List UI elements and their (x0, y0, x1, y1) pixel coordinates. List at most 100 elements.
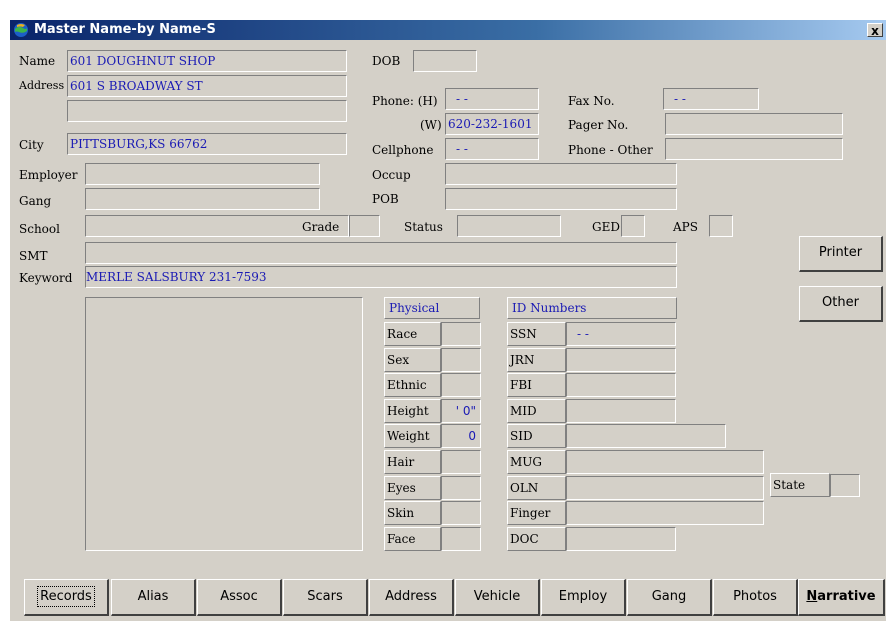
occup-field[interactable] (445, 163, 677, 185)
physical-hair-field[interactable] (441, 450, 481, 474)
status-field[interactable] (457, 215, 561, 237)
keyword-field[interactable]: MERLE SALSBURY 231-7593 (85, 266, 677, 288)
pob-field[interactable] (445, 188, 677, 210)
phone-other-field[interactable] (665, 138, 843, 160)
tab-vehicle-button[interactable]: Vehicle (455, 579, 540, 616)
name-field[interactable]: 601 DOUGHNUT SHOP (67, 50, 347, 72)
tab-assoc-button[interactable]: Assoc (197, 579, 282, 616)
tab-vehicle-label: Vehicle (473, 589, 521, 604)
id-mug-label: MUG (507, 450, 566, 474)
tab-photos-button[interactable]: Photos (713, 579, 798, 616)
physical-eyes-field[interactable] (441, 475, 481, 500)
physical-sex-field[interactable] (441, 347, 481, 372)
tab-records-button[interactable]: Records (24, 579, 109, 616)
tab-employ-button[interactable]: Employ (541, 579, 626, 616)
ged-field[interactable] (621, 215, 645, 237)
city-label: City (19, 138, 44, 152)
printer-button[interactable]: Printer (799, 236, 883, 272)
address-label: Address (19, 79, 65, 92)
status-label: Status (404, 220, 443, 234)
title-bar: Master Name-by Name-S x (10, 20, 886, 40)
smt-field[interactable] (85, 242, 677, 264)
other-button[interactable]: Other (799, 286, 883, 322)
id-oln-field[interactable] (566, 475, 764, 500)
phone-work-label: (W) (420, 118, 442, 132)
phone-work-field[interactable]: 620-232-1601 (445, 113, 539, 135)
tab-address-label: Address (385, 589, 437, 604)
id-fbi-field[interactable] (566, 373, 676, 398)
id-mid-field[interactable] (566, 398, 676, 423)
id-numbers-header: ID Numbers (507, 297, 677, 319)
keyword-label: Keyword (19, 271, 73, 285)
aps-label: APS (673, 220, 698, 234)
pager-field[interactable] (665, 113, 843, 135)
tab-photos-label: Photos (733, 589, 777, 604)
fax-label: Fax No. (568, 94, 615, 108)
smt-label: SMT (19, 249, 48, 263)
address-line2-field[interactable] (67, 100, 347, 122)
id-finger-field[interactable] (566, 501, 764, 526)
id-doc-label: DOC (507, 526, 566, 551)
physical-skin-label: Skin (384, 501, 441, 526)
dob-label: DOB (372, 54, 401, 68)
gang-field[interactable] (85, 188, 320, 210)
tab-scars-label: Scars (307, 589, 343, 604)
ged-label: GED (592, 220, 620, 234)
grade-label: Grade (302, 220, 340, 234)
physical-height-label: Height (384, 398, 441, 423)
id-fbi-label: FBI (507, 373, 566, 398)
grade-field[interactable] (349, 215, 380, 237)
physical-header: Physical (384, 297, 480, 319)
fax-field[interactable]: - - (663, 88, 759, 110)
id-sid-field[interactable] (566, 424, 726, 449)
dob-field[interactable] (413, 50, 477, 72)
id-jrn-label: JRN (507, 347, 566, 372)
city-field[interactable]: PITTSBURG,KS 66762 (67, 133, 347, 155)
occup-label: Occup (372, 168, 411, 182)
physical-weight-field[interactable]: 0 (441, 424, 481, 449)
tab-assoc-label: Assoc (220, 589, 258, 604)
id-oln-label: OLN (507, 475, 566, 500)
name-label: Name (19, 54, 56, 68)
phone-home-field[interactable]: - - (445, 88, 539, 110)
id-ssn-field[interactable]: - - (566, 322, 676, 346)
close-button[interactable]: x (867, 23, 883, 38)
id-mug-field[interactable] (566, 450, 764, 474)
tab-gang-label: Gang (651, 589, 687, 604)
physical-race-field[interactable] (441, 322, 481, 346)
app-globe-icon (14, 23, 28, 37)
id-jrn-field[interactable] (566, 347, 676, 372)
physical-eyes-label: Eyes (384, 475, 441, 500)
physical-sex-label: Sex (384, 347, 441, 372)
gang-label: Gang (19, 194, 52, 208)
school-label: School (19, 222, 60, 236)
phone-other-label: Phone - Other (568, 143, 653, 157)
address-line1-field[interactable]: 601 S BROADWAY ST (67, 75, 347, 97)
tab-narrative-button[interactable]: Narrative (798, 579, 885, 616)
physical-ethnic-label: Ethnic (384, 373, 441, 398)
aps-field[interactable] (709, 215, 733, 237)
cellphone-field[interactable]: - - (445, 138, 539, 160)
tab-scars-button[interactable]: Scars (283, 579, 368, 616)
notes-area[interactable] (85, 297, 363, 551)
tab-address-button[interactable]: Address (369, 579, 454, 616)
employer-label: Employer (19, 168, 78, 182)
physical-skin-field[interactable] (441, 501, 481, 526)
cellphone-label: Cellphone (372, 143, 434, 157)
physical-weight-label: Weight (384, 424, 441, 449)
physical-height-field[interactable]: ' 0" (441, 398, 481, 423)
pob-label: POB (372, 192, 399, 206)
pager-label: Pager No. (568, 118, 629, 132)
state-field[interactable] (830, 474, 860, 497)
phone-home-label: Phone: (H) (372, 94, 438, 108)
physical-face-field[interactable] (441, 526, 481, 551)
physical-face-label: Face (384, 526, 441, 551)
physical-ethnic-field[interactable] (441, 373, 481, 398)
tab-alias-button[interactable]: Alias (111, 579, 196, 616)
master-name-window: Master Name-by Name-S x Name 601 DOUGHNU… (10, 20, 886, 621)
tab-gang-button[interactable]: Gang (627, 579, 712, 616)
tab-records-label: Records (37, 586, 95, 607)
employer-field[interactable] (85, 163, 320, 185)
id-doc-field[interactable] (566, 526, 676, 551)
id-mid-label: MID (507, 398, 566, 423)
